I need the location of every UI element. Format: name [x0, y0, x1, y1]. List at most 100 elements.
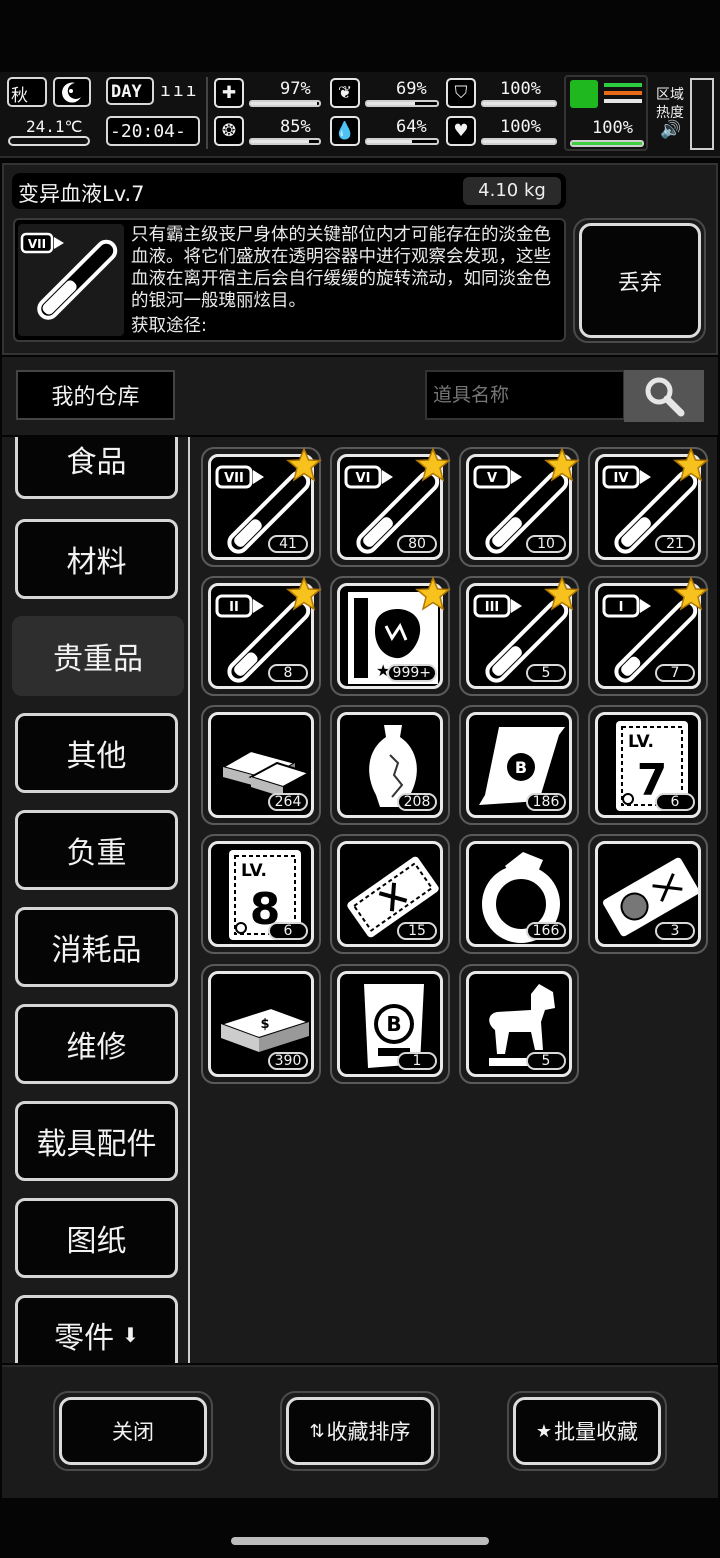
item-slot[interactable]: ★ 999+	[330, 576, 451, 696]
svg-text:B: B	[515, 758, 527, 777]
item-count: 80	[397, 535, 437, 553]
item-slot[interactable]: 166	[459, 834, 579, 954]
stars-icon: ★	[535, 1420, 553, 1442]
item-slot[interactable]: 264	[201, 705, 321, 825]
item-count: 8	[268, 664, 308, 682]
item-count: 10	[526, 535, 566, 553]
search-button[interactable]	[624, 370, 704, 422]
category-load[interactable]: 负重	[15, 810, 178, 890]
category-vehicle-parts[interactable]: 载具配件	[15, 1101, 178, 1181]
hunger-bar	[365, 100, 439, 107]
search-input[interactable]	[425, 370, 625, 420]
item-grid: VII 41 VI 80 V 10 IV 21 II 8 ★ 999+ III …	[190, 437, 717, 1363]
portrait-ticket-icon: 3	[595, 841, 701, 947]
svg-text:LV.: LV.	[241, 861, 267, 881]
cash-stack-icon: $390	[208, 971, 314, 1077]
thirst-value: 64%	[396, 117, 427, 137]
svg-text:IV: IV	[614, 471, 629, 486]
item-count: 999+	[386, 664, 437, 682]
medkit-icon: ✚	[214, 78, 244, 108]
discard-button[interactable]: 丢弃	[579, 223, 701, 338]
item-slot[interactable]: 3	[588, 834, 708, 954]
item-slot[interactable]: III 5	[459, 576, 580, 696]
item-description: 只有霸主级丧尸身体的关键部位内才可能存在的淡金色血液。将它们盛放在透明容器中进行…	[131, 225, 551, 311]
svg-text:I: I	[619, 600, 624, 615]
scroll-icon: B 186	[466, 712, 572, 818]
category-other[interactable]: 其他	[15, 713, 178, 793]
close-button[interactable]: 关闭	[59, 1397, 207, 1465]
favorite-star-icon	[415, 576, 451, 611]
item-slot[interactable]: II 8	[201, 576, 322, 696]
svg-text:V: V	[487, 471, 497, 486]
favorite-sort-button[interactable]: ⇅ 收藏排序	[286, 1397, 434, 1465]
item-count: 166	[526, 922, 566, 940]
favorite-star-icon	[544, 447, 580, 482]
item-slot[interactable]: $390	[201, 964, 321, 1084]
item-slot[interactable]: V 10	[459, 447, 580, 567]
item-count: 21	[655, 535, 695, 553]
item-count: 208	[397, 793, 437, 811]
item-slot[interactable]: LV. 7 6	[588, 705, 708, 825]
hunger-value: 69%	[396, 79, 427, 99]
season-text: 秋	[11, 86, 28, 106]
category-label: 维修	[66, 1030, 127, 1065]
heat-meter	[690, 78, 714, 150]
discard-label: 丢弃	[617, 270, 662, 296]
item-slot[interactable]: 15	[330, 834, 450, 954]
item-count: 7	[655, 664, 695, 682]
stamina-panel: 100%	[564, 75, 648, 151]
season-badge: 秋	[7, 77, 47, 107]
item-count: 6	[655, 793, 695, 811]
time-text: -20:04-	[110, 121, 186, 142]
sanity-bar	[249, 138, 321, 145]
category-label: 图纸	[66, 1224, 127, 1259]
item-slot[interactable]: VII 41	[201, 447, 322, 567]
favorite-star-icon	[673, 447, 709, 482]
category-sidebar: 食品材料贵重品其他负重消耗品维修载具配件图纸零件 ⬇	[2, 437, 188, 1363]
item-preview-icon: VII	[18, 224, 124, 336]
sanity-value: 85%	[280, 117, 311, 137]
category-blueprints[interactable]: 图纸	[15, 1198, 178, 1278]
category-food[interactable]: 食品	[15, 437, 178, 499]
category-valuables[interactable]: 贵重品	[12, 616, 184, 696]
item-count: 1	[397, 1052, 437, 1070]
category-materials[interactable]: 材料	[15, 519, 178, 599]
brain-icon: ❂	[214, 116, 244, 146]
water-drop-icon: 💧	[330, 116, 360, 146]
item-slot[interactable]: IV 21	[588, 447, 709, 567]
favorite-sort-label: 收藏排序	[326, 1420, 411, 1444]
item-slot[interactable]: 208	[330, 705, 450, 825]
category-label: 消耗品	[51, 933, 142, 968]
close-label: 关闭	[112, 1420, 154, 1444]
item-slot[interactable]: B 186	[459, 705, 579, 825]
item-slot[interactable]: B 1	[330, 964, 450, 1084]
speaker-icon[interactable]: 🔊	[660, 120, 681, 140]
sort-arrows-icon: ⇅	[309, 1420, 325, 1442]
category-components[interactable]: 零件 ⬇	[15, 1295, 178, 1363]
item-slot[interactable]: I 7	[588, 576, 709, 696]
category-label: 食品	[66, 445, 127, 480]
batch-favorite-button[interactable]: ★ 批量收藏	[513, 1397, 661, 1465]
svg-text:$: $	[260, 1017, 269, 1032]
heart-bar	[481, 138, 557, 145]
item-weight: 4.10 kg	[463, 177, 561, 205]
category-consumables[interactable]: 消耗品	[15, 907, 178, 987]
item-count: 3	[655, 922, 695, 940]
item-slot[interactable]: 5	[459, 964, 579, 1084]
item-slot[interactable]: VI 80	[330, 447, 451, 567]
svg-text:VI: VI	[356, 471, 371, 486]
stamina-value: 100%	[592, 118, 633, 138]
batch-favorite-label: 批量收藏	[554, 1420, 639, 1444]
item-count: 41	[268, 535, 308, 553]
ring-icon: 166	[466, 841, 572, 947]
lv8-card-icon: LV. 8 6	[208, 841, 314, 947]
item-count: 6	[268, 922, 308, 940]
thermometer-icon	[8, 136, 90, 146]
item-count: 264	[268, 793, 308, 811]
category-repair[interactable]: 维修	[15, 1004, 178, 1084]
item-slot[interactable]: LV. 8 6	[201, 834, 321, 954]
search-icon	[645, 377, 685, 417]
home-indicator[interactable]	[231, 1537, 489, 1545]
horse-statue-icon: 5	[466, 971, 572, 1077]
region-label: 区域	[656, 87, 684, 103]
